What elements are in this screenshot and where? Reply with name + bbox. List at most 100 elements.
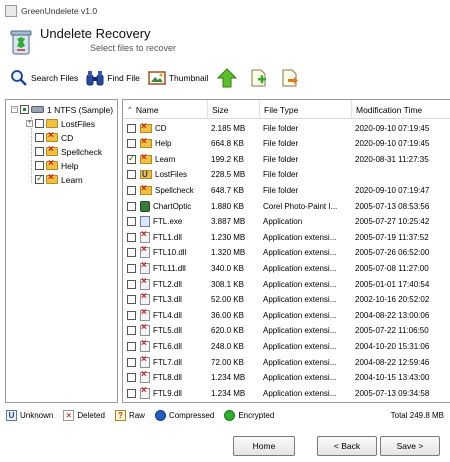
- tree-item-learn[interactable]: Learn: [35, 172, 83, 186]
- row-checkbox[interactable]: [127, 310, 136, 320]
- add-page-icon: [251, 69, 266, 87]
- cell-size: 1.234 MB: [211, 388, 246, 398]
- cell-type: Application extensi...: [263, 263, 337, 273]
- cell-size: 1.320 MB: [211, 248, 246, 258]
- table-row[interactable]: FTL4.dll 36.00 KB Application extensi... 20…: [123, 308, 450, 322]
- export-button[interactable]: [279, 66, 302, 90]
- row-checkbox[interactable]: [127, 201, 136, 211]
- row-checkbox[interactable]: [127, 139, 136, 149]
- tree-root[interactable]: − 1 NTFS (Sample): [11, 103, 113, 116]
- file-name: FTL.exe: [153, 217, 183, 227]
- deleted-dll-icon: [140, 246, 150, 259]
- table-row[interactable]: CD 2.185 MB File folder 2020-09-10 07:19:45: [123, 121, 450, 135]
- cell-name: Help: [127, 137, 209, 151]
- column-header-type-label: File Type: [264, 104, 299, 115]
- deleted-folder-icon: [140, 152, 152, 164]
- cell-name: LostFiles: [127, 168, 209, 182]
- tree-item-lostfiles[interactable]: + LostFiles: [26, 117, 95, 130]
- app-icon: [5, 5, 17, 17]
- cell-type: File folder: [263, 139, 299, 149]
- up-folder-button[interactable]: [216, 66, 240, 90]
- table-row[interactable]: FTL1.dll 1.230 MB Application extensi... 20…: [123, 230, 450, 244]
- table-row[interactable]: FTL.exe 3.887 MB Application 2005-07-27 10:…: [123, 215, 450, 229]
- table-row[interactable]: FTL5.dll 620.0 KB Application extensi... 20…: [123, 324, 450, 338]
- column-header-type[interactable]: File Type: [259, 100, 351, 119]
- file-name: FTL6.dll: [153, 341, 182, 351]
- find-file-button[interactable]: Find File: [86, 66, 140, 90]
- row-checkbox[interactable]: [127, 326, 136, 336]
- cell-name: Spellcheck: [127, 183, 209, 197]
- file-name: FTL7.dll: [153, 357, 182, 367]
- deleted-dll-icon: [140, 261, 150, 274]
- tree-item-cd[interactable]: CD: [35, 130, 74, 144]
- table-row[interactable]: FTL2.dll 308.1 KB Application extensi... 20…: [123, 277, 450, 291]
- save-button[interactable]: Save >: [380, 436, 440, 456]
- table-row[interactable]: Learn 199.2 KB File folder 2020-08-31 11:27…: [123, 152, 450, 166]
- tree-item-checkbox[interactable]: [35, 173, 44, 184]
- row-checkbox[interactable]: [127, 185, 136, 195]
- cell-modified: 2005-07-13 08:53:56: [355, 201, 430, 211]
- table-row[interactable]: FTL7.dll 72.00 KB Application extensi... 20…: [123, 355, 450, 369]
- tree-item-checkbox[interactable]: [35, 161, 44, 170]
- tree-item-checkbox[interactable]: [35, 147, 44, 156]
- column-header-name[interactable]: ⌃ Name: [123, 100, 207, 119]
- table-row[interactable]: Spellcheck 648.7 KB File folder 2020-09-10 …: [123, 183, 450, 197]
- select-all-button[interactable]: [248, 66, 271, 90]
- file-list: ⌃ Name Size File Type Modification Time …: [122, 99, 450, 403]
- row-checkbox[interactable]: [127, 153, 136, 164]
- row-checkbox[interactable]: [127, 341, 136, 351]
- corel-file-icon: [140, 200, 150, 212]
- home-button[interactable]: Home: [233, 436, 295, 456]
- folder-icon: [46, 119, 58, 128]
- row-checkbox[interactable]: [127, 373, 136, 383]
- row-checkbox[interactable]: [127, 388, 136, 398]
- table-row[interactable]: FTL9.dll 1.234 MB Application extensi... 20…: [123, 386, 450, 400]
- tree-item-label: LostFiles: [61, 118, 96, 129]
- expand-toggle[interactable]: +: [26, 120, 33, 127]
- tree-item-checkbox[interactable]: [35, 119, 44, 128]
- legend-unknown: U Unknown: [6, 409, 53, 421]
- cell-modified: 2005-07-13 09:34:58: [355, 388, 430, 398]
- thumbnail-button[interactable]: Thumbnail: [148, 66, 209, 90]
- cell-name: FTL4.dll: [127, 308, 209, 322]
- cell-name: FTL9.dll: [127, 386, 209, 400]
- cell-type: Application extensi...: [263, 279, 337, 289]
- tree-item-label: CD: [61, 132, 74, 143]
- table-row[interactable]: FTL8.dll 1.234 MB Application extensi... 20…: [123, 371, 450, 385]
- row-checkbox[interactable]: [127, 295, 136, 305]
- row-checkbox[interactable]: [127, 248, 136, 258]
- row-checkbox[interactable]: [127, 357, 136, 367]
- row-checkbox[interactable]: [127, 170, 136, 180]
- table-row[interactable]: LostFiles 228.5 MB File folder: [123, 168, 450, 182]
- search-files-button[interactable]: Search Files: [10, 66, 78, 90]
- cell-name: FTL7.dll: [127, 355, 209, 369]
- sort-arrow-icon: ⌃: [127, 106, 133, 114]
- row-checkbox[interactable]: [127, 279, 136, 289]
- collapse-toggle[interactable]: −: [11, 106, 18, 113]
- table-row[interactable]: FTL3.dll 52.00 KB Application extensi... 20…: [123, 293, 450, 307]
- table-row[interactable]: FTL10.dll 1.320 MB Application extensi... 2…: [123, 246, 450, 260]
- row-checkbox[interactable]: [127, 263, 136, 273]
- cell-size: 620.0 KB: [211, 326, 244, 336]
- tree-root-checkbox[interactable]: [20, 105, 29, 114]
- cell-size: 648.7 KB: [211, 185, 244, 195]
- cell-type: File folder: [263, 154, 299, 164]
- row-checkbox[interactable]: [127, 217, 136, 227]
- row-checkbox[interactable]: [127, 123, 136, 133]
- recycle-bin-icon: [10, 30, 32, 55]
- column-header-size[interactable]: Size: [207, 100, 259, 119]
- tree-item-help[interactable]: Help: [35, 158, 78, 172]
- table-row[interactable]: FTL6.dll 248.0 KB Application extensi... 20…: [123, 339, 450, 353]
- table-row[interactable]: FTL11.dll 340.0 KB Application extensi... 2…: [123, 261, 450, 275]
- cell-name: FTL8.dll: [127, 371, 209, 385]
- cell-modified: 2004-10-20 15:31:06: [355, 341, 430, 351]
- table-row[interactable]: Help 664.8 KB File folder 2020-09-10 07:19:…: [123, 137, 450, 151]
- table-row[interactable]: ChartOptic 1.880 KB Corel Photo-Paint I...…: [123, 199, 450, 213]
- tree-item-spellcheck[interactable]: Spellcheck: [35, 144, 102, 158]
- row-checkbox[interactable]: [127, 232, 136, 242]
- file-name: Spellcheck: [155, 185, 194, 195]
- cell-modified: 2005-07-27 10:25:42: [355, 217, 430, 227]
- tree-item-checkbox[interactable]: [35, 133, 44, 142]
- column-header-modified[interactable]: Modification Time: [351, 100, 450, 119]
- back-button[interactable]: < Back: [317, 436, 377, 456]
